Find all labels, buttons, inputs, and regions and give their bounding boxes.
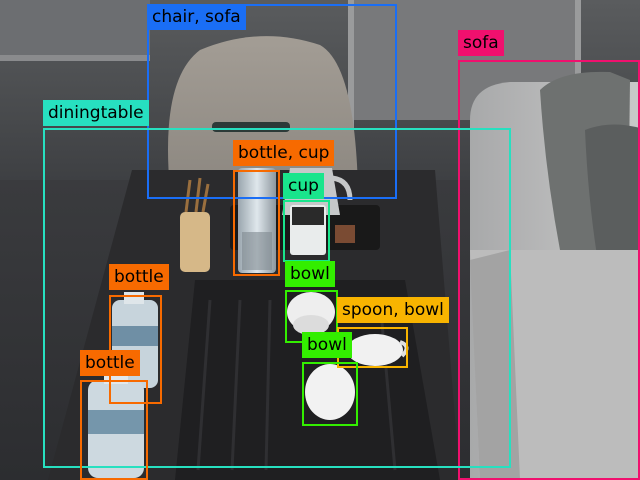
detection-box-bottle-2 (80, 380, 148, 480)
detection-label-diningtable: diningtable (43, 100, 149, 126)
window-left (0, 0, 150, 60)
detection-label-spoon-bowl: spoon, bowl (337, 297, 449, 323)
detection-label-bowl-1: bowl (285, 261, 335, 287)
detection-label-bottle-2: bottle (80, 350, 140, 376)
detection-label-chair-sofa: chair, sofa (147, 4, 246, 30)
detection-box-cup (283, 200, 330, 262)
detection-label-sofa: sofa (458, 30, 504, 56)
detection-frame: chair, sofa sofa diningtable bottle, cup cup… (0, 0, 640, 480)
detection-label-bottle-cup: bottle, cup (233, 140, 335, 166)
detection-label-bowl-2: bowl (302, 332, 352, 358)
detection-label-cup: cup (283, 173, 324, 199)
detection-box-bottle-cup (233, 170, 280, 276)
detection-label-bottle-1: bottle (109, 264, 169, 290)
detection-box-bowl-2 (302, 362, 358, 426)
